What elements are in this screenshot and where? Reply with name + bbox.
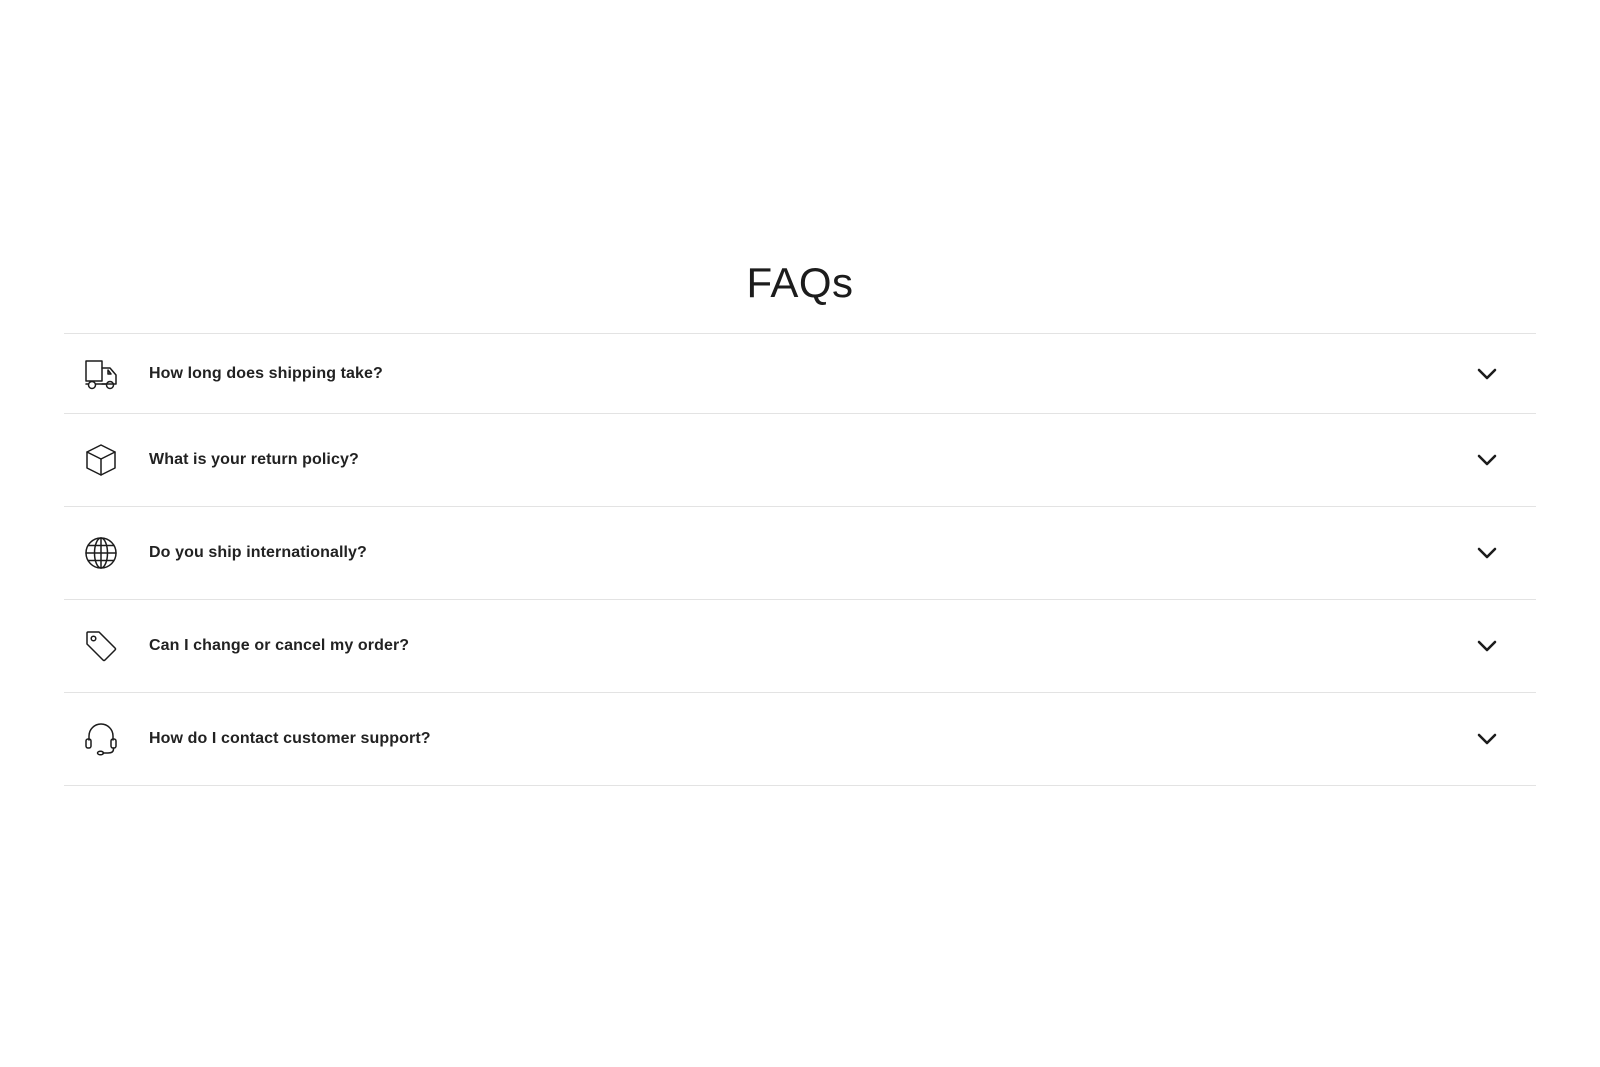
page-title: FAQs <box>746 259 854 306</box>
faq-list: How long does shipping take? What is you… <box>64 333 1536 786</box>
faq-question: What is your return policy? <box>149 451 359 468</box>
faq-question: How do I contact customer support? <box>149 730 431 747</box>
faq-item-shipping[interactable]: How long does shipping take? <box>64 334 1536 414</box>
chevron-down-icon[interactable] <box>1476 449 1498 471</box>
faq-item-customer-support[interactable]: How do I contact customer support? <box>64 693 1536 786</box>
headset-icon <box>84 722 118 756</box>
faq-item-change-order[interactable]: Can I change or cancel my order? <box>64 600 1536 693</box>
faq-item-international[interactable]: Do you ship internationally? <box>64 507 1536 600</box>
tag-icon <box>84 629 118 663</box>
globe-icon <box>84 536 118 570</box>
truck-icon <box>84 357 118 391</box>
chevron-down-icon[interactable] <box>1476 363 1498 385</box>
chevron-down-icon[interactable] <box>1476 635 1498 657</box>
chevron-down-icon[interactable] <box>1476 542 1498 564</box>
faq-question: Do you ship internationally? <box>149 544 367 561</box>
chevron-down-icon[interactable] <box>1476 728 1498 750</box>
faq-question: Can I change or cancel my order? <box>149 637 410 654</box>
box-icon <box>84 443 118 477</box>
faq-item-return-policy[interactable]: What is your return policy? <box>64 414 1536 507</box>
faq-question: How long does shipping take? <box>149 364 383 382</box>
